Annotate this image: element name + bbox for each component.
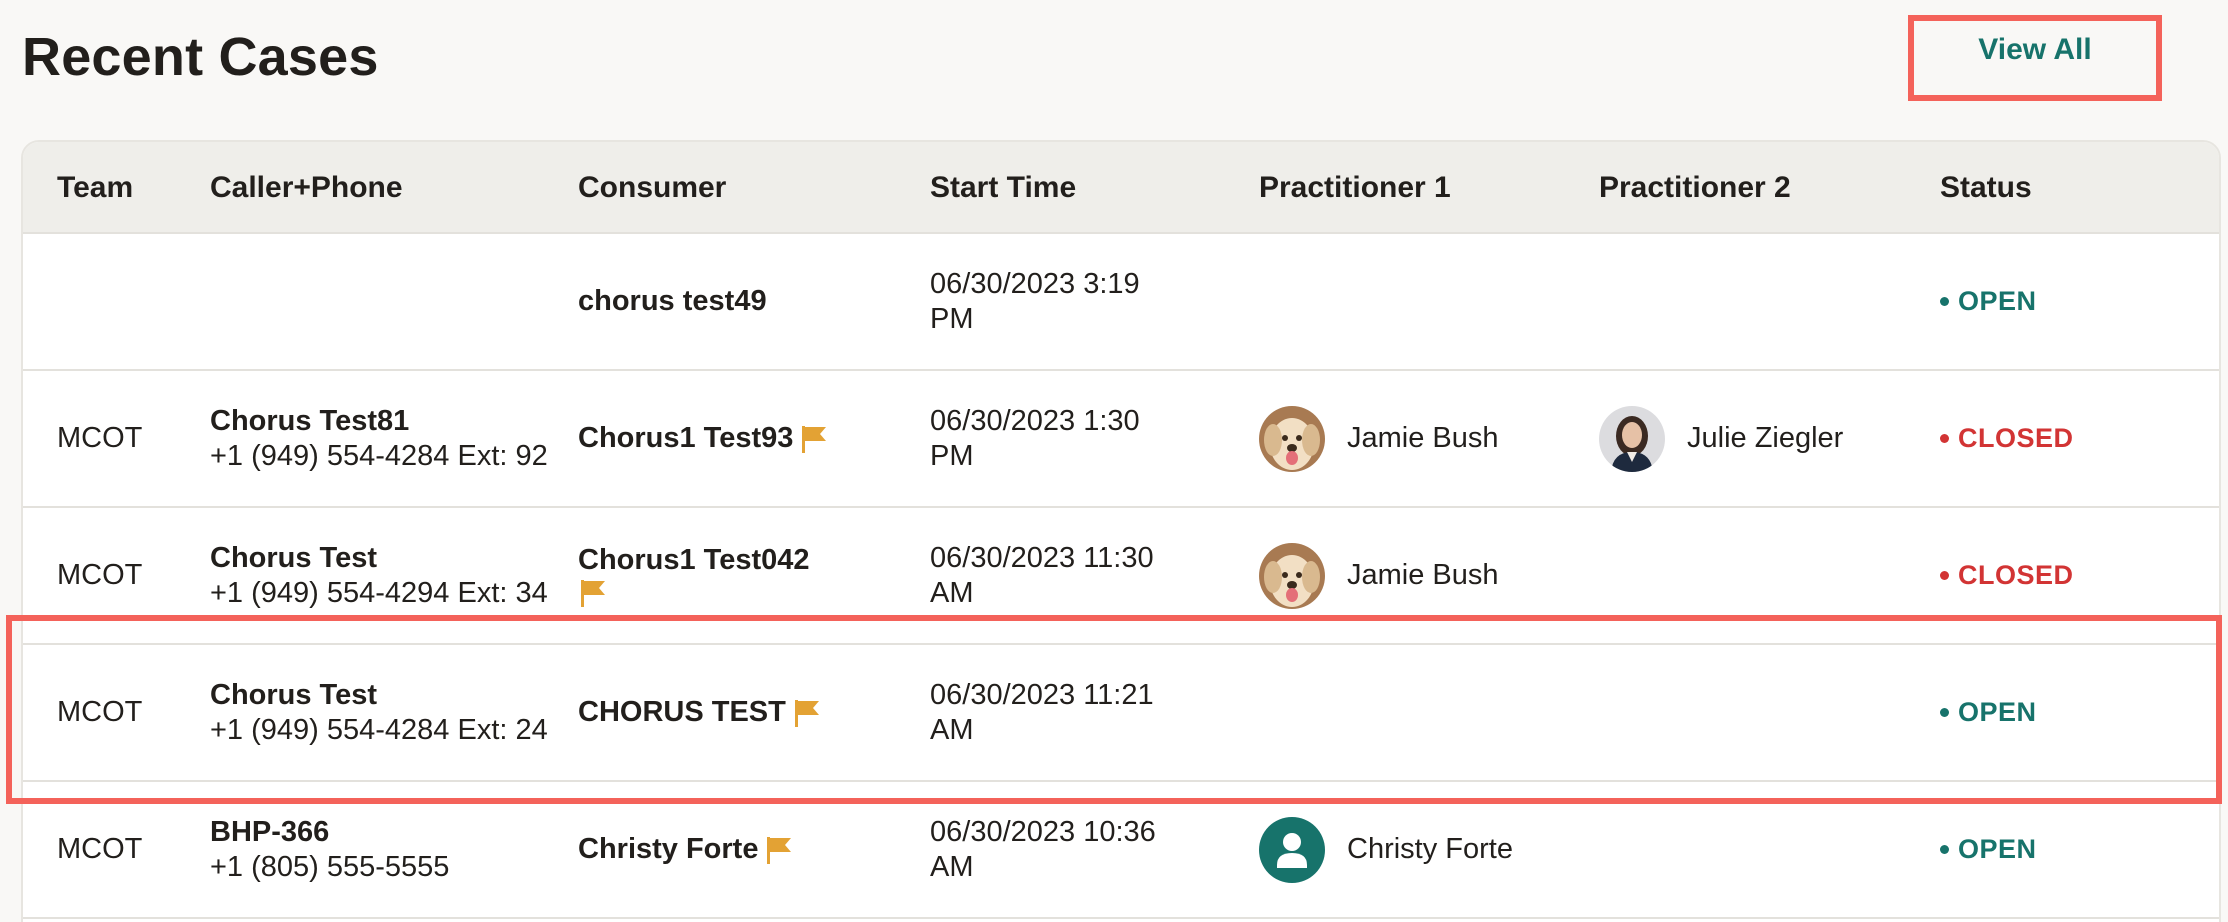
cell-practitioner-1: Jamie Bush [1259, 508, 1499, 643]
column-header-consumer[interactable]: Consumer [578, 168, 726, 208]
flag-icon [578, 578, 608, 608]
practitioner-name: Christy Forte [1347, 833, 1513, 865]
consumer-name[interactable]: Chorus1 Test042 [578, 543, 810, 578]
cell-consumer: Chorus1 Test042 [578, 508, 810, 643]
recent-cases-table: Team Caller+Phone Consumer Start Time Pr… [21, 140, 2221, 922]
cell-start-time: 06/30/2023 11:30 AM [930, 508, 1154, 643]
status-dot-icon [1940, 708, 1949, 717]
cell-status: OPEN [1940, 234, 2037, 369]
status-label: CLOSED [1958, 560, 2074, 590]
status-badge: OPEN [1940, 832, 2037, 867]
view-all-highlight: View All [1908, 15, 2162, 101]
cell-team: MCOT [57, 645, 142, 780]
page-title: Recent Cases [22, 27, 379, 87]
view-all-button[interactable]: View All [1978, 33, 2091, 67]
cell-practitioner-1: Jamie Bush [1259, 371, 1499, 506]
practitioner-avatar [1599, 405, 1665, 472]
start-time-period: AM [930, 713, 974, 746]
table-row[interactable]: MCOT Chorus Test +1 (949) 554-4284 Ext: 24… [23, 645, 2219, 782]
table-header-row: Team Caller+Phone Consumer Start Time Pr… [23, 142, 2219, 234]
flag-icon [799, 424, 829, 454]
practitioner-avatar [1259, 405, 1325, 472]
cell-status: OPEN [1940, 782, 2037, 917]
cell-start-time: 06/30/2023 3:19 PM [930, 234, 1140, 369]
consumer-name[interactable]: Christy Forte [578, 832, 758, 867]
flag-icon [764, 835, 794, 865]
start-time-date: 06/30/2023 11:30 [930, 541, 1154, 574]
caller-name: Chorus Test [210, 678, 378, 711]
flag-icon [792, 698, 822, 728]
cell-consumer: CHORUS TEST [578, 645, 822, 780]
status-badge: CLOSED [1940, 558, 2074, 593]
cell-start-time: 06/30/2023 1:30 PM [930, 371, 1140, 506]
status-dot-icon [1940, 434, 1949, 443]
table-row[interactable]: MCOT Chorus Test +1 (949) 554-4294 Ext: 34… [23, 508, 2219, 645]
status-label: CLOSED [1958, 423, 2074, 453]
practitioner-name: Jamie Bush [1347, 559, 1499, 591]
consumer-name[interactable]: Chorus1 Test93 [578, 421, 793, 456]
status-badge: OPEN [1940, 284, 2037, 319]
practitioner-avatar [1259, 816, 1325, 883]
start-time-period: AM [930, 850, 974, 883]
cell-consumer: Chorus1 Test93 [578, 371, 829, 506]
cell-caller-phone: Chorus Test +1 (949) 554-4294 Ext: 34 [210, 508, 548, 643]
consumer-name[interactable]: CHORUS TEST [578, 695, 786, 730]
caller-name: Chorus Test [210, 541, 378, 574]
column-header-team[interactable]: Team [57, 168, 133, 208]
cell-practitioner-1: Christy Forte [1259, 782, 1513, 917]
team-label: MCOT [57, 833, 143, 865]
team-label: MCOT [57, 559, 143, 591]
start-time-date: 06/30/2023 10:36 [930, 815, 1156, 848]
cell-team: MCOT [57, 782, 142, 917]
table-row[interactable]: MCOT Chorus Test81 +1 (949) 554-4284 Ext: … [23, 371, 2219, 508]
cell-status: OPEN [1940, 645, 2037, 780]
status-label: OPEN [1958, 697, 2037, 727]
start-time-period: PM [930, 439, 974, 472]
cell-consumer: chorus test49 [578, 234, 767, 369]
cell-consumer: Christy Forte [578, 782, 794, 917]
caller-phone: +1 (949) 554-4284 Ext: 92 [210, 439, 548, 472]
start-time-period: AM [930, 576, 974, 609]
cell-caller-phone: Chorus Test +1 (949) 554-4284 Ext: 24 [210, 645, 548, 780]
practitioner-avatar [1259, 542, 1325, 609]
status-badge: OPEN [1940, 695, 2037, 730]
start-time-date: 06/30/2023 1:30 [930, 404, 1140, 437]
caller-phone: +1 (949) 554-4284 Ext: 24 [210, 713, 548, 746]
column-header-caller-phone[interactable]: Caller+Phone [210, 168, 403, 208]
start-time-period: PM [930, 302, 974, 335]
team-label: MCOT [57, 696, 143, 728]
practitioner-name: Julie Ziegler [1687, 422, 1844, 454]
cell-status: CLOSED [1940, 508, 2074, 643]
status-dot-icon [1940, 571, 1949, 580]
start-time-date: 06/30/2023 11:21 [930, 678, 1154, 711]
cell-caller-phone: BHP-366 +1 (805) 555-5555 [210, 782, 449, 917]
cell-start-time: 06/30/2023 11:21 AM [930, 645, 1154, 780]
column-header-practitioner-2[interactable]: Practitioner 2 [1599, 168, 1791, 208]
cell-practitioner-2: Julie Ziegler [1599, 371, 1843, 506]
table-row[interactable]: MCOT BHP-366 +1 (805) 555-5555 Christy Fort… [23, 782, 2219, 919]
status-dot-icon [1940, 297, 1949, 306]
column-header-start-time[interactable]: Start Time [930, 168, 1076, 208]
table-row[interactable]: chorus test49 06/30/2023 3:19 PM OPEN [23, 234, 2219, 371]
status-badge: CLOSED [1940, 421, 2074, 456]
cell-team: MCOT [57, 508, 142, 643]
caller-name: Chorus Test81 [210, 404, 410, 437]
status-label: OPEN [1958, 286, 2037, 316]
cell-start-time: 06/30/2023 10:36 AM [930, 782, 1156, 917]
status-dot-icon [1940, 845, 1949, 854]
status-label: OPEN [1958, 834, 2037, 864]
caller-phone: +1 (805) 555-5555 [210, 850, 450, 883]
recent-cases-page: Recent Cases View All Team Caller+Phone … [0, 0, 2228, 922]
practitioner-name: Jamie Bush [1347, 422, 1499, 454]
cell-caller-phone: Chorus Test81 +1 (949) 554-4284 Ext: 92 [210, 371, 548, 506]
caller-phone: +1 (949) 554-4294 Ext: 34 [210, 576, 548, 609]
caller-name: BHP-366 [210, 815, 330, 848]
column-header-practitioner-1[interactable]: Practitioner 1 [1259, 168, 1451, 208]
consumer-name[interactable]: chorus test49 [578, 284, 767, 319]
column-header-status[interactable]: Status [1940, 168, 2032, 208]
cell-status: CLOSED [1940, 371, 2074, 506]
cell-team: MCOT [57, 371, 142, 506]
team-label: MCOT [57, 422, 143, 454]
start-time-date: 06/30/2023 3:19 [930, 267, 1140, 300]
